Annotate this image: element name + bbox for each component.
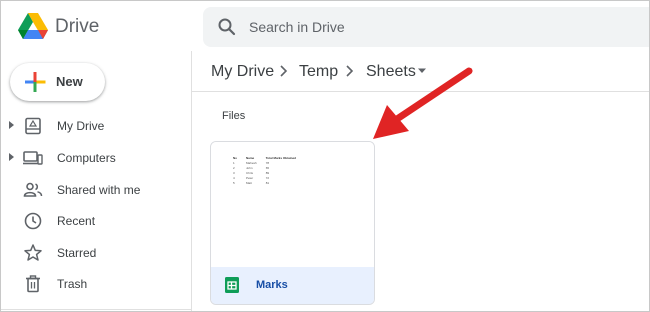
- file-name[interactable]: Marks: [256, 279, 288, 291]
- star-icon: [24, 244, 42, 261]
- expand-caret-icon[interactable]: [9, 121, 14, 129]
- people-icon: [23, 182, 43, 197]
- chevron-right-icon: [346, 65, 354, 77]
- sidebar-item-label: Computers: [57, 151, 116, 165]
- sidebar-item-shared-with-me[interactable]: Shared with me: [1, 176, 191, 204]
- chevron-right-icon: [280, 65, 288, 77]
- new-button-label: New: [56, 74, 83, 89]
- plus-icon: [25, 72, 46, 92]
- search-bar[interactable]: Search in Drive: [203, 7, 649, 47]
- sidebar-item-label: My Drive: [57, 119, 105, 133]
- sidebar-item-label: Shared with me: [57, 183, 141, 197]
- drive-window: Drive Search in Drive New My Drive Compu…: [0, 0, 650, 312]
- sidebar-item-label: Trash: [57, 277, 88, 291]
- sidebar-item-label: Recent: [57, 214, 96, 228]
- file-card[interactable]: No Name Total Marks Obtained 1 Mahesh 78 2 John…: [210, 141, 375, 305]
- search-icon[interactable]: [217, 17, 237, 37]
- expand-caret-icon[interactable]: [9, 153, 14, 161]
- sidebar-item-label: Starred: [57, 246, 97, 260]
- clock-icon: [24, 212, 42, 230]
- sidebar-item-my-drive[interactable]: My Drive: [1, 112, 191, 140]
- sidebar-item-starred[interactable]: Starred: [1, 239, 191, 267]
- sidebar-item-recent[interactable]: Recent: [1, 207, 191, 235]
- preview-cell: 5: [233, 181, 235, 185]
- app-name: Drive: [55, 16, 100, 37]
- sidebar-divider: [1, 309, 191, 310]
- file-card-footer[interactable]: Marks: [211, 267, 374, 304]
- preview-cell: 81: [265, 181, 270, 185]
- google-sheets-icon: [225, 277, 239, 293]
- sidebar-item-trash[interactable]: Trash: [1, 270, 191, 298]
- preview-row: 5 Matt 81: [229, 181, 301, 186]
- breadcrumb-item-my-drive[interactable]: My Drive: [211, 63, 274, 81]
- red-arrow-icon: [373, 67, 473, 139]
- search-input[interactable]: Search in Drive: [249, 19, 345, 35]
- my-drive-icon: [25, 117, 41, 135]
- sidebar-item-computers[interactable]: Computers: [1, 144, 191, 172]
- spreadsheet-preview: No Name Total Marks Obtained 1 Mahesh 78 2 John…: [229, 156, 301, 186]
- computer-icon: [23, 151, 43, 165]
- new-button[interactable]: New: [10, 63, 105, 101]
- preview-cell: Matt: [246, 181, 252, 185]
- google-drive-logo-icon[interactable]: [17, 12, 49, 40]
- trash-icon: [26, 275, 40, 293]
- file-thumbnail[interactable]: No Name Total Marks Obtained 1 Mahesh 78 2 John…: [211, 142, 374, 267]
- breadcrumb-item-temp[interactable]: Temp: [299, 63, 338, 81]
- files-section-heading: Files: [222, 110, 246, 122]
